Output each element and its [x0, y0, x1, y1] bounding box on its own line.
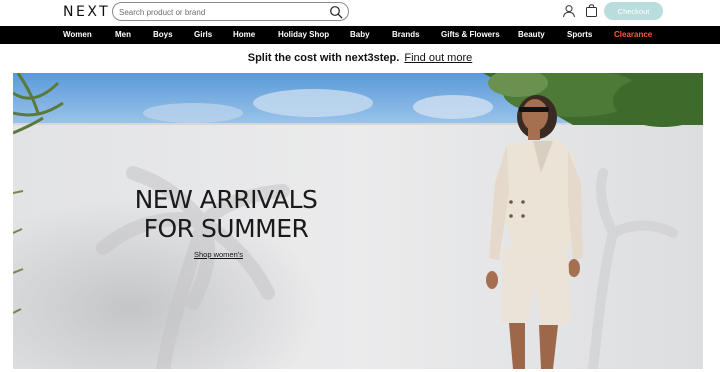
- next-logo[interactable]: NEXT: [63, 4, 110, 20]
- promo-text: Split the cost with next3step.: [247, 52, 400, 64]
- nav-item-sports[interactable]: Sports: [567, 26, 592, 44]
- hero-headline: NEW ARRIVALS FOR SUMMER: [131, 185, 321, 243]
- nav-item-girls[interactable]: Girls: [194, 26, 212, 44]
- promo-banner: Split the cost with next3step. Find out …: [0, 52, 720, 64]
- nav-item-baby[interactable]: Baby: [350, 26, 370, 44]
- nav-item-gifts-flowers[interactable]: Gifts & Flowers: [441, 26, 500, 44]
- hero-banner[interactable]: NEW ARRIVALS FOR SUMMER Shop women's: [13, 73, 703, 369]
- nav-item-men[interactable]: Men: [115, 26, 131, 44]
- search-icon[interactable]: [329, 5, 343, 19]
- nav-item-brands[interactable]: Brands: [392, 26, 420, 44]
- hero-headline-line-2: FOR SUMMER: [143, 214, 309, 243]
- promo-link[interactable]: Find out more: [404, 52, 472, 64]
- checkout-button[interactable]: Checkout: [604, 2, 663, 20]
- nav-item-women[interactable]: Women: [63, 26, 92, 44]
- search-input[interactable]: [119, 5, 319, 19]
- nav-item-home[interactable]: Home: [233, 26, 255, 44]
- hero-headline-line-1: NEW ARRIVALS: [134, 185, 318, 214]
- nav-item-holiday-shop[interactable]: Holiday Shop: [278, 26, 329, 44]
- site-header: NEXT Checkout: [0, 0, 720, 26]
- shop-womens-link[interactable]: Shop women's: [194, 250, 243, 259]
- main-navigation: Women Men Boys Girls Home Holiday Shop B…: [0, 26, 720, 44]
- account-icon[interactable]: [562, 4, 576, 18]
- nav-item-clearance[interactable]: Clearance: [614, 26, 652, 44]
- hero-image: [13, 73, 703, 369]
- nav-item-boys[interactable]: Boys: [153, 26, 173, 44]
- shopping-bag-icon[interactable]: [585, 4, 598, 17]
- nav-item-beauty[interactable]: Beauty: [518, 26, 545, 44]
- search-bar[interactable]: [112, 2, 349, 21]
